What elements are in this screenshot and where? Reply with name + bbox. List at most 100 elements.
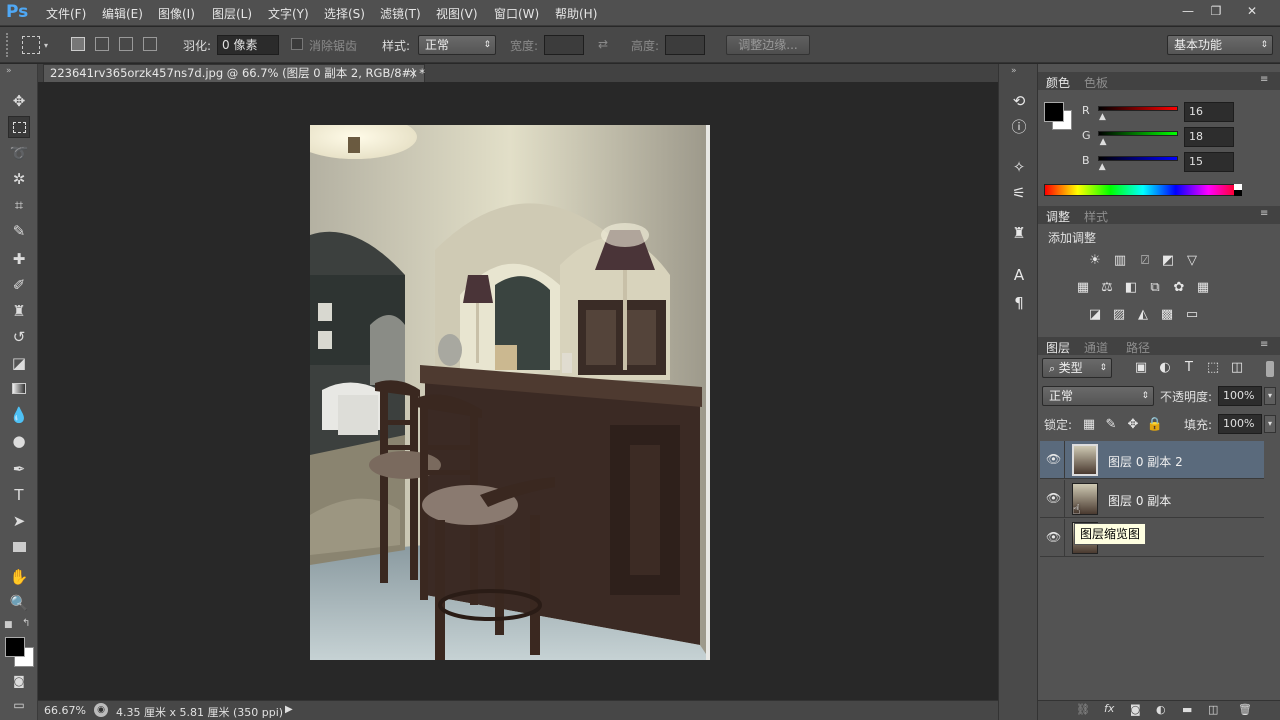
blue-value[interactable]: 15 xyxy=(1184,152,1234,172)
new-group-icon[interactable]: ▬ xyxy=(1182,703,1192,716)
gradient-map-icon[interactable]: ▭ xyxy=(1183,307,1201,323)
height-input[interactable] xyxy=(665,35,705,55)
menu-file[interactable]: 文件(F) xyxy=(46,5,86,22)
style-select[interactable]: 正常 ⇕ xyxy=(418,35,496,55)
new-layer-icon[interactable]: ◫ xyxy=(1208,703,1218,716)
red-slider-thumb[interactable]: ▲ xyxy=(1099,112,1106,122)
eyedropper-tool-icon[interactable]: ✎ xyxy=(8,220,30,242)
filter-toggle[interactable] xyxy=(1266,361,1274,377)
color-lookup-icon[interactable]: ▦ xyxy=(1194,280,1212,296)
menu-filter[interactable]: 滤镜(T) xyxy=(380,5,421,22)
history-brush-tool-icon[interactable]: ↺ xyxy=(8,326,30,348)
curves-icon[interactable]: ⍁ xyxy=(1136,253,1154,269)
panel-menu-icon[interactable]: ≡ xyxy=(1260,339,1268,350)
blur-tool-icon[interactable]: 💧 xyxy=(8,404,30,426)
lock-all-icon[interactable]: 🔒 xyxy=(1146,417,1164,433)
tab-color[interactable]: 颜色 xyxy=(1046,74,1070,91)
black-white-icon[interactable]: ◧ xyxy=(1122,280,1140,296)
layer-row[interactable]: 👁 图层 0 副本 2 xyxy=(1040,441,1264,479)
add-mask-icon[interactable]: ◙ xyxy=(1130,703,1141,716)
tab-paths[interactable]: 路径 xyxy=(1126,339,1150,356)
posterize-icon[interactable]: ▨ xyxy=(1110,307,1128,323)
tab-layers[interactable]: 图层 xyxy=(1046,339,1070,356)
magic-wand-tool-icon[interactable]: ✲ xyxy=(8,168,30,190)
tab-channels[interactable]: 通道 xyxy=(1084,339,1108,356)
fill-input[interactable]: 100% xyxy=(1218,414,1262,434)
clone-source-icon[interactable]: ♜ xyxy=(1008,222,1030,244)
green-slider-thumb[interactable]: ▲ xyxy=(1100,137,1107,147)
refine-edge-button[interactable]: 调整边缘... xyxy=(726,35,810,55)
menu-type[interactable]: 文字(Y) xyxy=(268,5,309,22)
eraser-tool-icon[interactable]: ◪ xyxy=(8,352,30,374)
lasso-tool-icon[interactable]: ➰ xyxy=(8,142,30,164)
close-tab-icon[interactable]: × xyxy=(408,65,418,81)
selective-color-icon[interactable]: ▩ xyxy=(1158,307,1176,323)
foreground-color-chip[interactable] xyxy=(1044,102,1064,122)
red-value[interactable]: 16 xyxy=(1184,102,1234,122)
intersect-selection-icon[interactable] xyxy=(143,37,157,51)
preset-dropdown-icon[interactable]: ▾ xyxy=(44,41,48,50)
panel-menu-icon[interactable]: ≡ xyxy=(1260,74,1268,85)
move-tool-icon[interactable]: ✥ xyxy=(8,90,30,112)
feather-input[interactable]: 0 像素 xyxy=(217,35,279,55)
filter-type-icon[interactable]: T xyxy=(1180,360,1198,376)
fill-dropdown-icon[interactable]: ▾ xyxy=(1264,415,1276,433)
rectangular-marquee-tool-icon[interactable] xyxy=(8,116,30,138)
character-panel-icon[interactable]: A xyxy=(1008,264,1030,286)
document-tab[interactable]: 223641rv365orzk457ns7d.jpg @ 66.7% (图层 0… xyxy=(43,64,425,82)
color-balance-icon[interactable]: ⚖ xyxy=(1098,280,1116,296)
tab-swatches[interactable]: 色板 xyxy=(1084,74,1108,91)
screen-mode-icon[interactable]: ▭ xyxy=(8,694,30,716)
opacity-input[interactable]: 100% xyxy=(1218,386,1262,406)
document-image[interactable] xyxy=(310,125,710,660)
add-selection-icon[interactable] xyxy=(95,37,109,51)
status-menu-arrow-icon[interactable]: ▶ xyxy=(285,704,293,715)
close-button[interactable]: ✕ xyxy=(1240,2,1264,20)
lock-position-icon[interactable]: ✥ xyxy=(1124,417,1142,433)
restore-button[interactable]: ❐ xyxy=(1204,2,1228,20)
invert-icon[interactable]: ◪ xyxy=(1086,307,1104,323)
link-layers-icon[interactable]: ⛓ xyxy=(1076,703,1090,716)
layer-name[interactable]: 图层 0 副本 2 xyxy=(1108,453,1183,470)
panel-menu-icon[interactable]: ≡ xyxy=(1260,208,1268,219)
filter-smart-object-icon[interactable]: ◫ xyxy=(1228,360,1246,376)
menu-select[interactable]: 选择(S) xyxy=(324,5,365,22)
dodge-tool-icon[interactable]: ● xyxy=(8,430,30,452)
green-value[interactable]: 18 xyxy=(1184,127,1234,147)
tab-adjustments[interactable]: 调整 xyxy=(1046,208,1070,225)
crop-tool-icon[interactable]: ⌗ xyxy=(8,194,30,216)
filter-pixel-icon[interactable]: ▣ xyxy=(1132,360,1150,376)
layer-style-icon[interactable]: fx xyxy=(1104,702,1114,715)
quick-mask-icon[interactable]: ◙ xyxy=(8,670,30,692)
brightness-contrast-icon[interactable]: ☀ xyxy=(1086,253,1104,269)
swap-colors-icon[interactable]: ↰ xyxy=(22,618,30,629)
brush-tool-icon[interactable]: ✐ xyxy=(8,274,30,296)
workspace-select[interactable]: 基本功能 ⇕ xyxy=(1167,35,1273,55)
menu-window[interactable]: 窗口(W) xyxy=(494,5,539,22)
menu-image[interactable]: 图像(I) xyxy=(158,5,195,22)
marquee-tool-preset-icon[interactable] xyxy=(22,36,40,54)
vibrance-icon[interactable]: ▽ xyxy=(1183,253,1201,269)
channel-mixer-icon[interactable]: ✿ xyxy=(1170,280,1188,296)
visibility-eye-icon[interactable]: 👁 xyxy=(1046,452,1061,466)
menu-view[interactable]: 视图(V) xyxy=(436,5,478,22)
swap-icon[interactable]: ⇄ xyxy=(598,37,608,51)
collapse-dock-icon[interactable]: » xyxy=(1011,66,1017,76)
green-slider[interactable] xyxy=(1098,131,1178,136)
color-spectrum-bar[interactable] xyxy=(1044,184,1242,196)
tab-styles[interactable]: 样式 xyxy=(1084,208,1108,225)
width-input[interactable] xyxy=(544,35,584,55)
hue-saturation-icon[interactable]: ▦ xyxy=(1074,280,1092,296)
zoom-tool-icon[interactable]: 🔍 xyxy=(8,592,30,614)
foreground-color-swatch[interactable] xyxy=(5,637,25,657)
collapse-toolbar-icon[interactable]: » xyxy=(6,66,12,76)
red-slider[interactable] xyxy=(1098,106,1178,111)
lock-image-icon[interactable]: ✎ xyxy=(1102,417,1120,433)
layer-thumbnail[interactable] xyxy=(1072,444,1098,476)
visibility-eye-icon[interactable]: 👁 xyxy=(1046,491,1061,505)
history-panel-icon[interactable]: ⟲ xyxy=(1008,90,1030,112)
clone-stamp-tool-icon[interactable]: ♜ xyxy=(8,300,30,322)
threshold-icon[interactable]: ◭ xyxy=(1134,307,1152,323)
hand-tool-icon[interactable]: ✋ xyxy=(8,566,30,588)
gradient-tool-icon[interactable] xyxy=(8,378,30,400)
